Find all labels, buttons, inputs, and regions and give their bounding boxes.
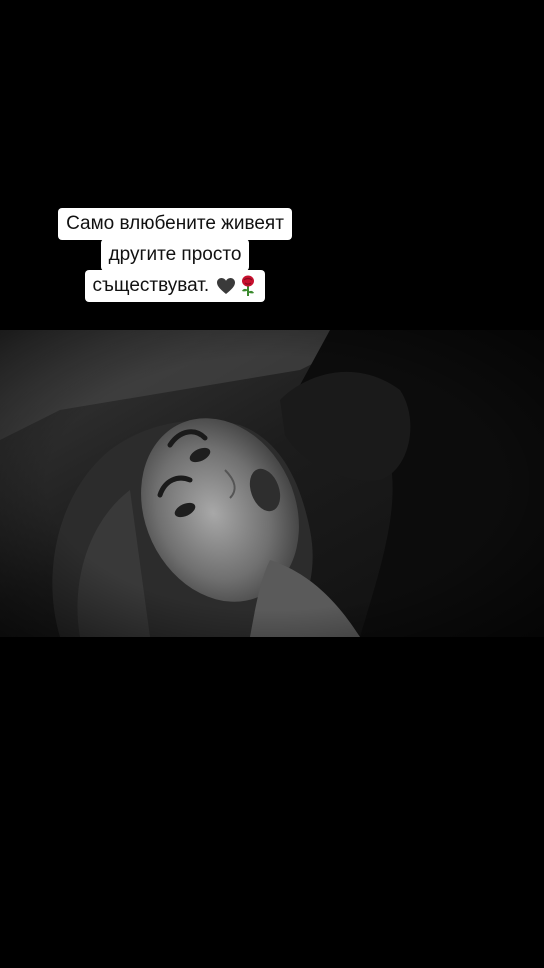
story-photo	[0, 330, 544, 637]
caption-line-1: Само влюбените живеят	[58, 208, 292, 240]
caption-emojis	[216, 275, 257, 297]
black-heart-icon	[217, 277, 236, 294]
caption-line-2: другите просто	[100, 239, 250, 271]
caption-text-1: Само влюбените живеят	[66, 213, 284, 234]
caption-text-3: съществуват.	[92, 275, 210, 296]
caption-overlay: Само влюбените живеят другите просто същ…	[0, 208, 350, 302]
rose-icon	[242, 275, 255, 296]
caption-text-2: другите просто	[108, 244, 242, 265]
photo-illustration	[0, 330, 544, 637]
story-canvas: Само влюбените живеят другите просто същ…	[0, 0, 544, 968]
caption-line-3: съществуват.	[84, 270, 266, 302]
